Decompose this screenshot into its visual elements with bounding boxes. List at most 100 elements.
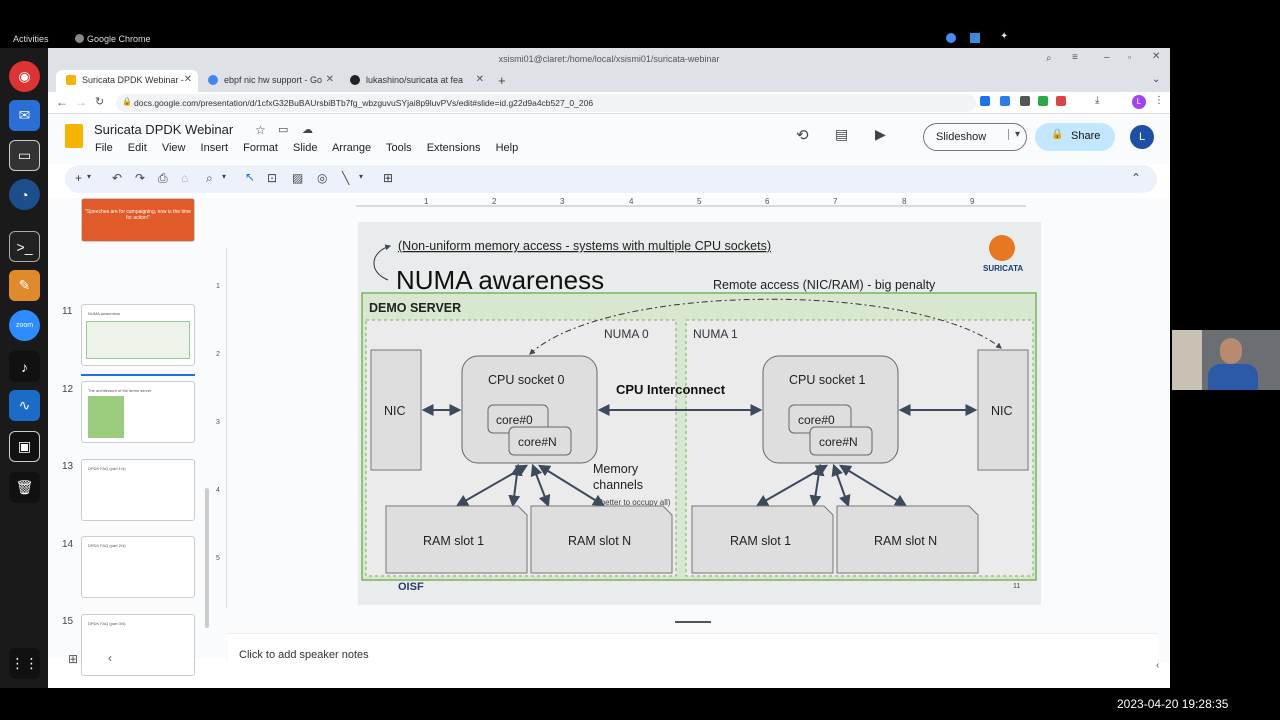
back-icon[interactable]: ← [56, 95, 68, 109]
side-panel-toggle-icon[interactable]: ‹ [1156, 660, 1159, 671]
terminal-dock-icon[interactable]: >_ [9, 231, 40, 262]
search-icon[interactable]: ⌕ [1046, 53, 1052, 64]
vruler-tick-label: 4 [216, 487, 220, 494]
tab-github[interactable]: lukashino/suricata at fea ✕ [340, 70, 490, 92]
slide-thumbnail-13[interactable]: DPDK FAQ (part 1/4) [81, 459, 195, 521]
download-icon[interactable]: ⤓ [1095, 95, 1099, 106]
move-icon[interactable]: ▭ [278, 123, 288, 136]
slide-thumbnail-10[interactable]: "Speeches are for campaigning, now is th… [81, 198, 195, 242]
slide-thumbnail-12[interactable]: The architecture of the demo server [81, 381, 195, 443]
tab-close-icon[interactable]: ✕ [476, 74, 484, 85]
line-icon[interactable]: ╲ [342, 171, 349, 185]
grid-view-icon[interactable]: ⊞ [68, 652, 78, 666]
textbox-icon[interactable]: ⊡ [267, 171, 277, 185]
slide-number: 14 [62, 539, 74, 550]
new-tab-icon[interactable]: + [498, 73, 506, 88]
menu-format[interactable]: Format [243, 142, 278, 154]
menu-slide[interactable]: Slide [293, 142, 317, 154]
reload-icon[interactable]: ↻ [95, 95, 104, 108]
url-field[interactable]: 🔒 docs.google.com/presentation/d/1cfxG32… [116, 94, 976, 112]
extension-icon[interactable] [1000, 96, 1010, 106]
slide-thumbnail-15[interactable]: DPDK FAQ (part 3/4) [81, 614, 195, 676]
maximize-icon[interactable]: ▫ [1128, 52, 1131, 62]
extension-icon[interactable] [1056, 96, 1066, 106]
extension-icon[interactable] [1020, 96, 1030, 106]
undo-icon[interactable]: ↶ [112, 171, 122, 185]
menu-tools[interactable]: Tools [386, 142, 412, 154]
new-slide-icon[interactable]: + [75, 171, 82, 185]
collapse-icon[interactable]: ⌃ [1131, 171, 1141, 185]
files-dock-icon[interactable]: ▭ [9, 140, 40, 171]
tray-status-icon[interactable] [946, 33, 956, 43]
more-icon[interactable]: ⋮ [1154, 95, 1164, 106]
comment-add-icon[interactable]: ⊞ [383, 171, 393, 185]
tab-suricata[interactable]: Suricata DPDK Webinar - ✕ [56, 70, 198, 92]
close-icon[interactable]: ✕ [1152, 51, 1160, 62]
chevron-down-icon[interactable]: ▾ [1008, 129, 1020, 140]
profile-icon[interactable]: L [1132, 95, 1146, 109]
menu-help[interactable]: Help [496, 142, 519, 154]
apps-grid-icon[interactable]: ⋮⋮ [9, 648, 40, 679]
thumb-title: DPDK FAQ (part 3/4) [88, 621, 126, 626]
cpu1-core0-label: core#0 [798, 413, 835, 427]
redo-icon[interactable]: ↷ [135, 171, 145, 185]
tray-window-icon[interactable] [970, 33, 980, 43]
chevron-down-icon[interactable]: ▾ [222, 172, 226, 181]
menu-edit[interactable]: Edit [128, 142, 147, 154]
shape-icon[interactable]: ◎ [317, 171, 327, 185]
slide-thumbnail-14[interactable]: DPDK FAQ (part 2/4) [81, 536, 195, 598]
monitor-dock-icon[interactable]: ∿ [9, 390, 40, 421]
star-icon[interactable]: ☆ [255, 123, 266, 137]
nic-left-label: NIC [384, 404, 406, 418]
chip-dock-icon[interactable]: ▣ [9, 431, 40, 462]
vruler-tick-label: 1 [216, 283, 220, 290]
chrome-dock-icon[interactable]: ◉ [9, 61, 40, 92]
menu-insert[interactable]: Insert [201, 142, 229, 154]
tab-close-icon[interactable]: ✕ [184, 74, 192, 85]
document-title[interactable]: Suricata DPDK Webinar [94, 122, 233, 137]
chevron-down-icon[interactable]: ▾ [87, 172, 91, 181]
image-icon[interactable]: ▨ [292, 171, 303, 185]
notes-drag-handle[interactable] [675, 621, 711, 623]
tab-search-icon[interactable]: ⌄ [1152, 74, 1160, 85]
tab-close-icon[interactable]: ✕ [326, 74, 334, 85]
menu-view[interactable]: View [162, 142, 186, 154]
zoom-dock-icon[interactable]: zoom [9, 310, 40, 341]
extension-icon[interactable] [1038, 96, 1048, 106]
pin-icon[interactable]: ✦ [1000, 31, 1008, 42]
menu-arrange[interactable]: Arrange [332, 142, 371, 154]
music-dock-icon[interactable]: ♪ [9, 351, 40, 382]
menu-extensions[interactable]: Extensions [427, 142, 481, 154]
app-name: Google Chrome [87, 34, 151, 44]
thunderbird-dock-icon[interactable]: ✉ [9, 100, 40, 131]
clock-dock-icon[interactable]: ◔ [9, 179, 40, 210]
tab-ebpf[interactable]: ebpf nic hw support - Go ✕ [198, 70, 340, 92]
paint-format-icon[interactable]: ⌂ [181, 171, 188, 185]
menu-file[interactable]: File [95, 142, 113, 154]
avatar[interactable]: L [1130, 125, 1154, 149]
editor-dock-icon[interactable]: ✎ [9, 270, 40, 301]
zoom-icon[interactable]: ⌕ [206, 171, 213, 186]
trash-dock-icon[interactable]: 🗑 [9, 472, 40, 503]
share-button[interactable]: 🔒 Share [1035, 123, 1115, 151]
extension-icon[interactable] [980, 96, 990, 106]
speaker-notes[interactable]: Click to add speaker notes [228, 633, 1158, 675]
filmstrip-scrollbar[interactable] [205, 488, 209, 628]
meet-icon[interactable]: ▶ [875, 126, 886, 143]
print-icon[interactable]: ⎙ [158, 171, 168, 186]
minimize-icon[interactable]: – [1104, 52, 1110, 63]
chevron-down-icon[interactable]: ▾ [359, 172, 363, 181]
select-icon[interactable]: ↖ [245, 170, 255, 184]
comments-icon[interactable]: ▤ [835, 126, 848, 143]
slide-thumbnail-11[interactable]: NUMA awareness [81, 304, 195, 366]
slideshow-button[interactable]: Slideshow ▾ [923, 123, 1027, 151]
menu-icon[interactable]: ≡ [1072, 52, 1078, 63]
forward-icon[interactable]: → [75, 95, 87, 109]
collapse-filmstrip-icon[interactable]: ‹ [108, 651, 112, 665]
slides-logo-icon[interactable] [65, 124, 83, 148]
activities-button[interactable]: Activities [13, 34, 49, 44]
cloud-icon[interactable]: ☁ [302, 123, 313, 136]
cpu0-label: CPU socket 0 [488, 373, 564, 387]
history-icon[interactable]: ⟲ [796, 126, 809, 144]
slide[interactable]: (Non-uniform memory access - systems wit… [358, 222, 1041, 605]
